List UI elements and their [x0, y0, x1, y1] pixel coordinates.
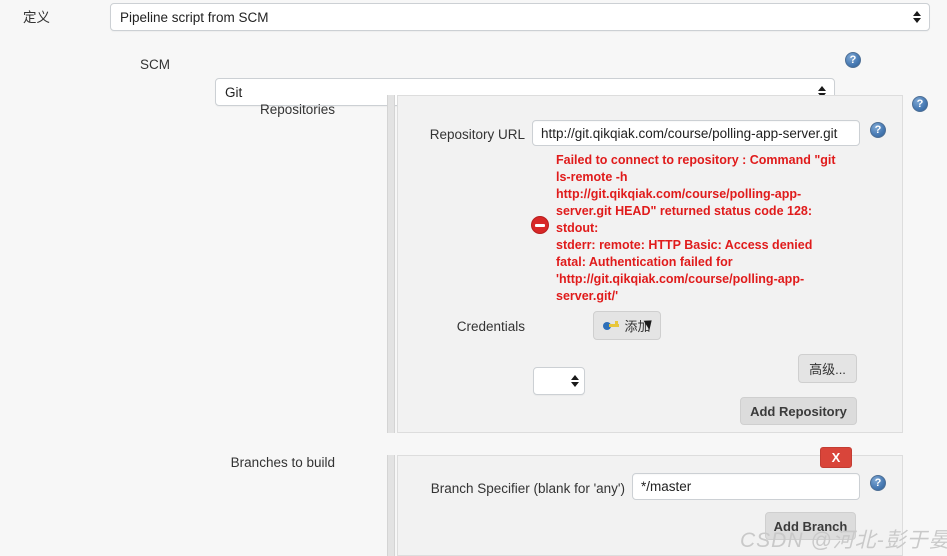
repositories-label: Repositories — [259, 102, 335, 117]
repository-error: Failed to connect to repository : Comman… — [531, 152, 891, 305]
delete-branch-button[interactable]: X — [820, 447, 852, 468]
branches-label: Branches to build — [230, 455, 335, 470]
repositories-help-icon[interactable]: ? — [912, 96, 928, 112]
repositories-accent-bar — [387, 95, 395, 433]
repository-url-help-icon[interactable]: ? — [870, 122, 886, 138]
branch-specifier-input[interactable]: */master — [632, 473, 860, 500]
advanced-button[interactable]: 高级... — [798, 354, 857, 383]
credentials-label: Credentials — [456, 319, 525, 334]
error-line: stdout: — [556, 221, 599, 235]
error-line: stderr: remote: HTTP Basic: Access denie… — [556, 238, 813, 252]
definition-select-value: Pipeline script from SCM — [120, 9, 269, 25]
error-line: ls-remote -h — [556, 170, 628, 184]
error-line: http://git.qikqiak.com/course/polling-ap… — [556, 187, 802, 201]
scm-label: SCM — [140, 57, 170, 72]
definition-select[interactable]: Pipeline script from SCM — [110, 3, 930, 31]
error-line: fatal: Authentication failed for — [556, 255, 733, 269]
error-line: Failed to connect to repository : Comman… — [556, 153, 836, 167]
advanced-button-label: 高级... — [809, 362, 846, 377]
add-repository-button-label: Add Repository — [750, 403, 847, 419]
scm-select-value: Git — [225, 84, 243, 100]
branch-specifier-label: Branch Specifier (blank for 'any') — [430, 481, 625, 496]
branch-specifier-help-icon[interactable]: ? — [870, 475, 886, 491]
csdn-watermark: CSDN @河北-彭于晏 — [740, 529, 947, 552]
delete-branch-button-label: X — [831, 450, 841, 465]
branch-specifier-value: */master — [641, 479, 692, 494]
credentials-select[interactable] — [533, 367, 585, 395]
repository-error-text: Failed to connect to repository : Comman… — [556, 152, 836, 305]
error-icon — [531, 216, 549, 234]
repository-url-label: Repository URL — [429, 127, 525, 142]
key-icon — [603, 320, 620, 331]
branches-accent-bar — [387, 455, 395, 556]
definition-label: 定义 — [23, 10, 50, 25]
repository-url-value: http://git.qikqiak.com/course/polling-ap… — [541, 125, 838, 141]
error-line: server.git/' — [556, 289, 619, 303]
repository-url-input[interactable]: http://git.qikqiak.com/course/polling-ap… — [532, 120, 860, 146]
error-line: server.git HEAD" returned status code 12… — [556, 204, 813, 218]
scm-help-icon[interactable]: ? — [845, 52, 861, 68]
add-repository-button[interactable]: Add Repository — [740, 397, 857, 425]
chevron-updown-icon — [570, 373, 579, 389]
chevron-updown-icon — [912, 9, 921, 25]
error-line: 'http://git.qikqiak.com/course/polling-a… — [556, 272, 805, 286]
